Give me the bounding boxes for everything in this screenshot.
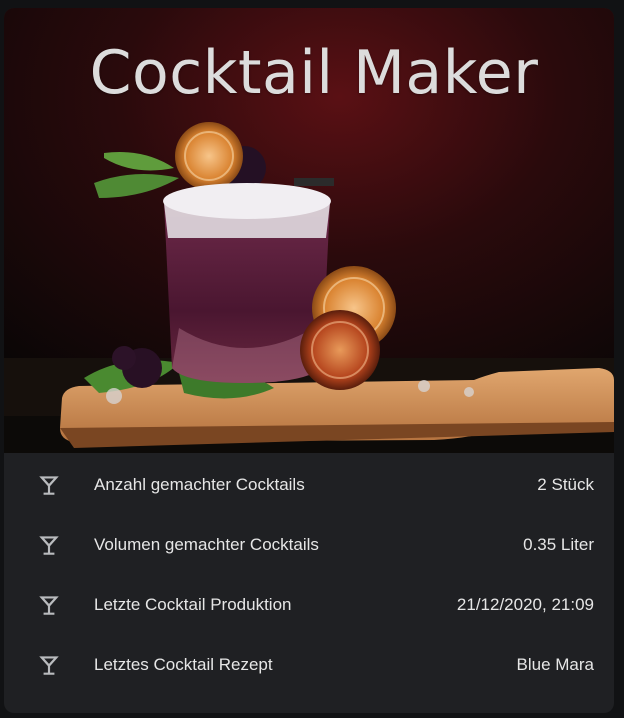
entity-label: Anzahl gemachter Cocktails [94, 475, 305, 494]
card-title: Cocktail Maker [89, 38, 539, 108]
entity-label: Letzte Cocktail Produktion [94, 595, 292, 614]
entity-value: 21/12/2020, 21:09 [456, 595, 594, 614]
entity-row-cocktail-volume[interactable]: Volumen gemachter Cocktails 0.35 Liter [4, 515, 614, 575]
glass-cocktail-icon [39, 596, 59, 615]
glass-cocktail-icon [39, 656, 59, 675]
entity-value: Blue Mara [516, 655, 594, 674]
entity-label: Letztes Cocktail Rezept [94, 655, 273, 674]
entity-row-cocktail-count[interactable]: Anzahl gemachter Cocktails 2 Stück [4, 455, 614, 515]
glass-cocktail-icon [39, 476, 59, 495]
entity-label: Volumen gemachter Cocktails [94, 535, 319, 554]
cocktail-hero-image[interactable]: Cocktail Maker [4, 8, 614, 453]
entity-row-last-production[interactable]: Letzte Cocktail Produktion 21/12/2020, 2… [4, 575, 614, 635]
entity-value: 0.35 Liter [523, 535, 594, 554]
entity-value: 2 Stück [537, 475, 594, 494]
entity-row-last-recipe[interactable]: Letztes Cocktail Rezept Blue Mara [4, 635, 614, 695]
glass-cocktail-icon [39, 536, 59, 555]
cocktail-maker-card: Cocktail Maker Anzahl gemachter Cocktail… [4, 8, 614, 713]
entity-list: Anzahl gemachter Cocktails 2 Stück Volum… [4, 453, 614, 695]
